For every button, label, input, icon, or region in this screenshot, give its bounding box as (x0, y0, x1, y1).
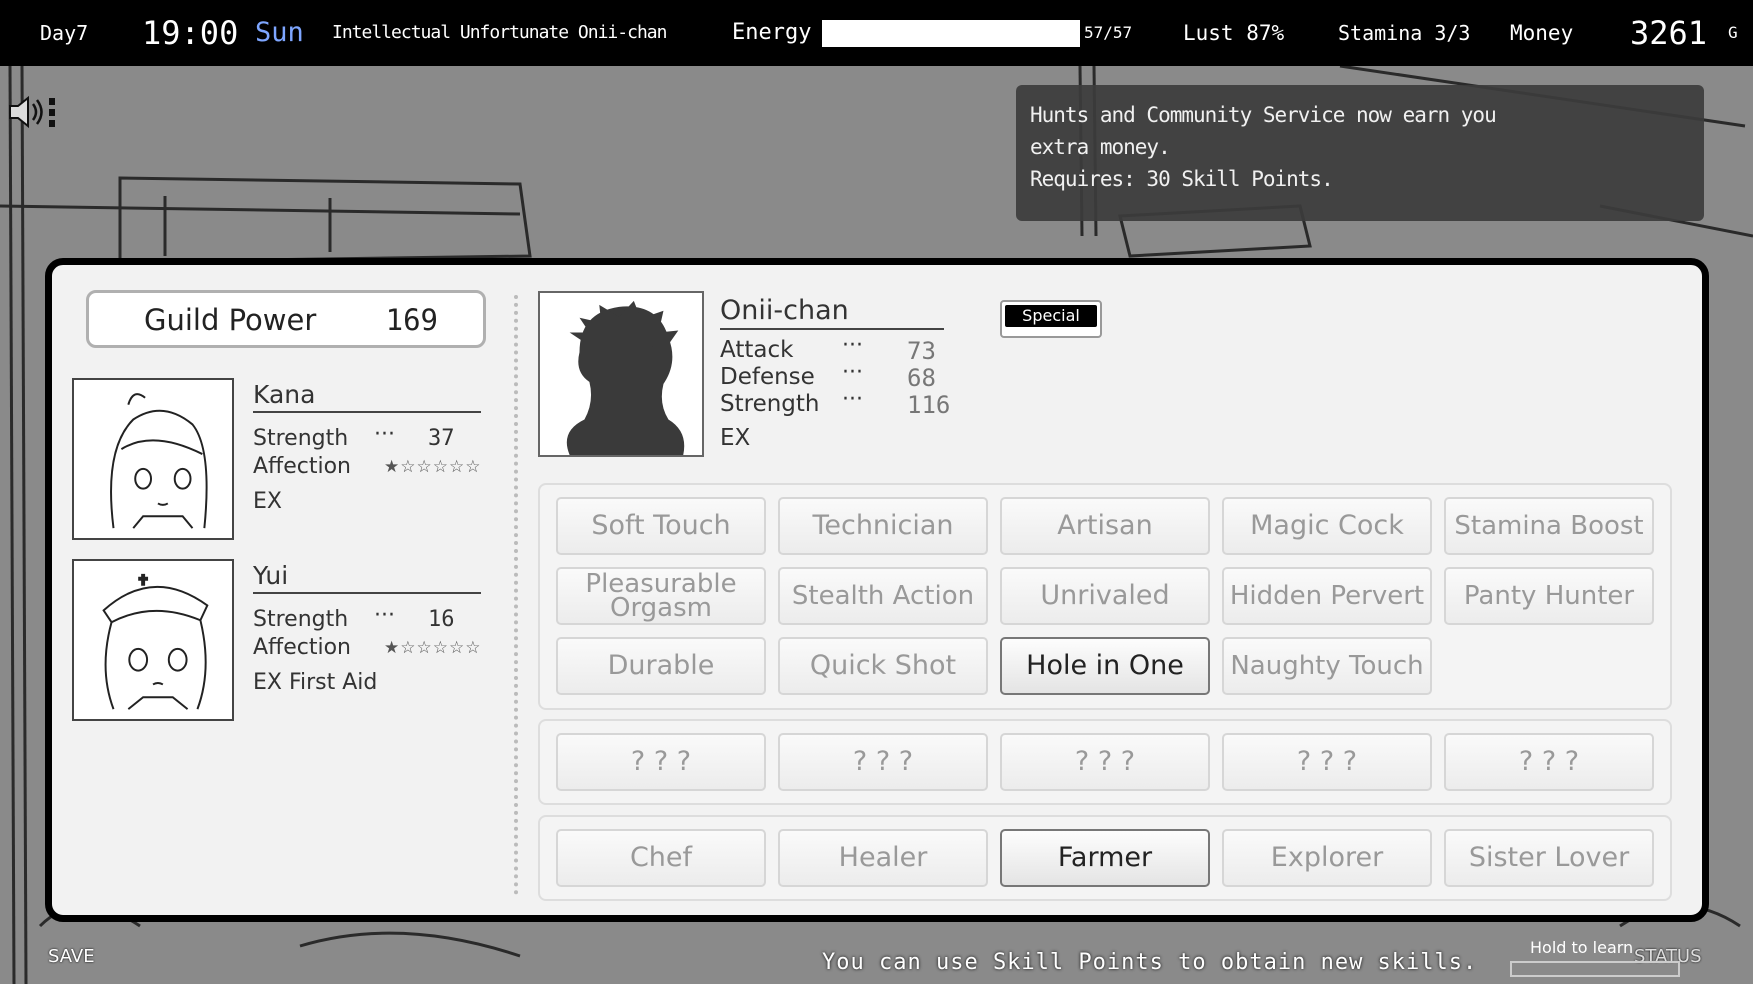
locked-skill-row: ? ? ? ? ? ? ? ? ? ? ? ? ? ? ? (538, 719, 1672, 805)
lust-meter: Lust 87% (1183, 21, 1285, 45)
member-portrait (72, 559, 234, 721)
job-healer[interactable]: Healer (778, 829, 988, 887)
job-skill-row: Chef Healer Farmer Explorer Sister Lover (538, 815, 1672, 901)
strength-value: 37 (428, 426, 455, 451)
hold-progress-bar[interactable] (1510, 961, 1680, 977)
member-card-kana[interactable]: Kana Strength ··· 37 Affection ★☆☆☆☆☆ EX (72, 378, 481, 544)
defense-label: Defense (720, 364, 815, 390)
weekday: Sun (255, 17, 304, 48)
affection-stars: ★☆☆☆☆☆ (384, 457, 482, 477)
defense-value: 68 (907, 364, 936, 392)
skill-unrivaled[interactable]: Unrivaled (1000, 567, 1210, 625)
job-farmer[interactable]: Farmer (1000, 829, 1210, 887)
member-name: Yui (253, 561, 481, 594)
tooltip-line: extra money. (1030, 135, 1171, 159)
hold-to-learn-label: Hold to learn (1530, 938, 1634, 957)
tooltip-line: Requires: 30 Skill Points. (1030, 167, 1334, 191)
money-unit: G (1728, 23, 1738, 42)
skill-soft-touch[interactable]: Soft Touch (556, 497, 766, 555)
job-explorer[interactable]: Explorer (1222, 829, 1432, 887)
member-ex: EX (253, 489, 282, 514)
hero-ex: EX (720, 425, 751, 451)
strength-value: 16 (428, 607, 455, 632)
panel-divider (514, 295, 518, 895)
affection-label: Affection (253, 454, 351, 479)
member-name: Kana (253, 380, 481, 413)
affection-stars: ★☆☆☆☆☆ (384, 638, 482, 658)
stamina-meter: Stamina 3/3 (1338, 21, 1471, 45)
job-chef[interactable]: Chef (556, 829, 766, 887)
player-title: Intellectual Unfortunate Onii-chan (332, 22, 667, 43)
attack-label: Attack (720, 337, 794, 363)
special-button[interactable]: Special (1000, 300, 1102, 338)
dots-separator: ··· (842, 387, 863, 412)
affection-label: Affection (253, 635, 351, 660)
strength-label: Strength (253, 607, 349, 632)
skill-quick-shot[interactable]: Quick Shot (778, 637, 988, 695)
locked-skill[interactable]: ? ? ? (1444, 733, 1654, 791)
strength-label: Strength (720, 391, 820, 417)
locked-skill[interactable]: ? ? ? (778, 733, 988, 791)
dots-separator: ··· (374, 422, 395, 447)
skill-tooltip: Hunts and Community Service now earn you… (1016, 85, 1704, 221)
energy-bar (822, 20, 1080, 47)
skill-panel: Guild Power 169 Kana Strength ··· 37 Aff… (45, 258, 1709, 922)
skill-hidden-pervert[interactable]: Hidden Pervert (1222, 567, 1432, 625)
skill-stealth-action[interactable]: Stealth Action (778, 567, 988, 625)
dots-separator: ··· (842, 333, 863, 358)
energy-label: Energy (732, 20, 812, 45)
member-ex: EX First Aid (253, 670, 378, 695)
hero-portrait (538, 291, 704, 457)
skill-pleasurable-orgasm[interactable]: Pleasurable Orgasm (556, 567, 766, 625)
day-counter: Day7 (40, 21, 89, 45)
clock-time: 19:00 (142, 14, 239, 52)
locked-skill[interactable]: ? ? ? (1222, 733, 1432, 791)
money-label: Money (1510, 21, 1574, 45)
attack-value: 73 (907, 337, 936, 365)
skill-durable[interactable]: Durable (556, 637, 766, 695)
energy-value: 57/57 (1084, 23, 1133, 42)
skill-magic-cock[interactable]: Magic Cock (1222, 497, 1432, 555)
hero-name: Onii-chan (720, 295, 944, 330)
special-label: Special (1005, 305, 1097, 327)
guild-power-label: Guild Power (144, 303, 317, 337)
member-portrait (72, 378, 234, 540)
strength-value: 116 (907, 391, 951, 419)
money-value: 3261 (1630, 14, 1708, 52)
sound-menu-icon[interactable] (6, 92, 56, 132)
strength-label: Strength (253, 426, 349, 451)
skill-naughty-touch[interactable]: Naughty Touch (1222, 637, 1432, 695)
skill-grid: Soft Touch Technician Artisan Magic Cock… (538, 483, 1672, 710)
skill-artisan[interactable]: Artisan (1000, 497, 1210, 555)
tooltip-line: Hunts and Community Service now earn you (1030, 103, 1497, 127)
skill-stamina-boost[interactable]: Stamina Boost (1444, 497, 1654, 555)
save-button[interactable]: SAVE (48, 946, 95, 967)
skill-technician[interactable]: Technician (778, 497, 988, 555)
skill-points-hint: You can use Skill Points to obtain new s… (822, 950, 1478, 975)
job-sister-lover[interactable]: Sister Lover (1444, 829, 1654, 887)
guild-power-value: 169 (385, 303, 438, 337)
dots-separator: ··· (842, 360, 863, 385)
locked-skill[interactable]: ? ? ? (1000, 733, 1210, 791)
member-card-yui[interactable]: Yui Strength ··· 16 Affection ★☆☆☆☆☆ EX … (72, 559, 481, 725)
locked-skill[interactable]: ? ? ? (556, 733, 766, 791)
skill-hole-in-one[interactable]: Hole in One (1000, 637, 1210, 695)
guild-power-box: Guild Power 169 (86, 290, 486, 348)
skill-panty-hunter[interactable]: Panty Hunter (1444, 567, 1654, 625)
dots-separator: ··· (374, 603, 395, 628)
top-status-bar: Day7 19:00 Sun Intellectual Unfortunate … (0, 0, 1753, 66)
